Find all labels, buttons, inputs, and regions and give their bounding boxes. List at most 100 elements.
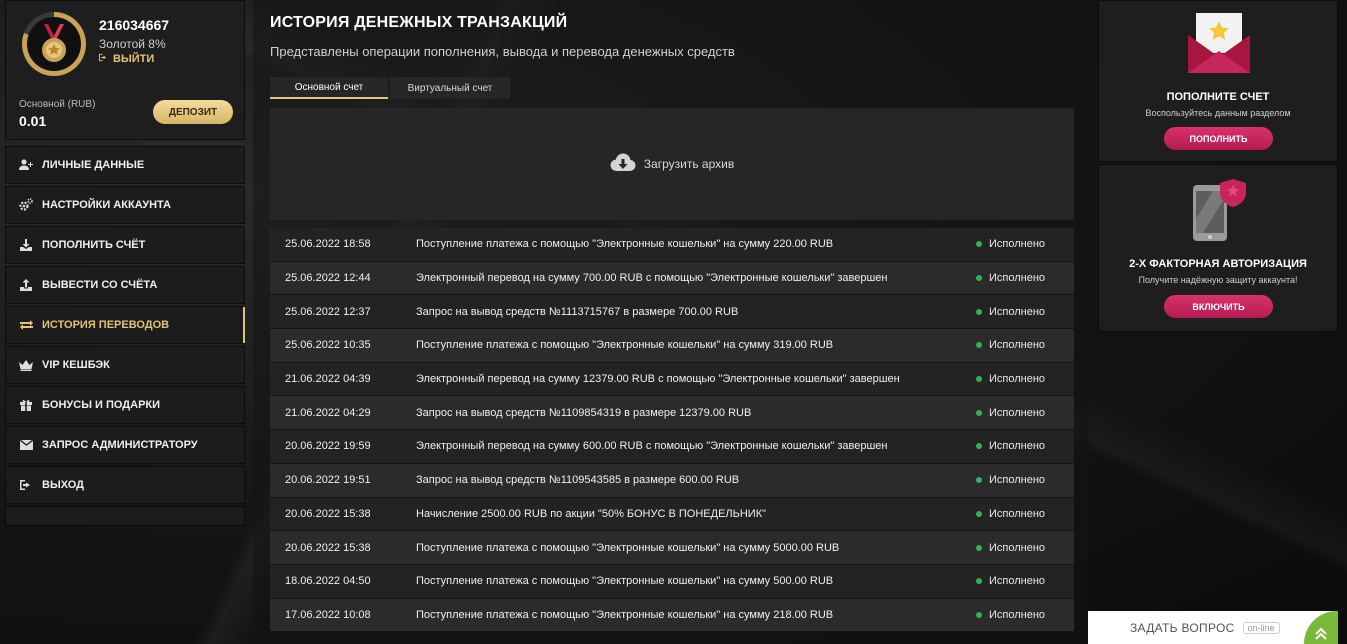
two-factor-card: 2-Х ФАКТОРНАЯ АВТОРИЗАЦИЯ Получите надёж… [1098, 164, 1338, 332]
tx-date: 25.06.2022 10:35 [285, 339, 371, 352]
tx-date: 20.06.2022 19:59 [285, 440, 371, 453]
tx-status: Исполнено [976, 474, 1045, 486]
deposit-promo-title: ПОПОЛНИТЕ СЧЕТ [1166, 91, 1270, 103]
sidebar-item-deposit[interactable]: ПОПОЛНИТЬ СЧЁТ [5, 226, 245, 264]
tab-virtual-account[interactable]: Виртуальный счет [390, 77, 510, 99]
cloud-download-icon [610, 153, 636, 176]
tx-date: 21.06.2022 04:29 [285, 406, 371, 419]
medal-icon [27, 17, 81, 71]
table-row: 25.06.2022 12:44 Электронный перевод на с… [270, 261, 1074, 296]
tx-date: 20.06.2022 15:38 [285, 541, 371, 554]
status-dot-icon [976, 275, 982, 282]
tab-main-account[interactable]: Основной счет [270, 77, 388, 99]
top-up-button[interactable]: ПОПОЛНИТЬ [1164, 127, 1273, 150]
tx-date: 18.06.2022 04:50 [285, 575, 371, 588]
page-title: ИСТОРИЯ ДЕНЕЖНЫХ ТРАНЗАКЦИЙ [270, 14, 568, 31]
account-tabs: Основной счет Виртуальный счет [270, 77, 510, 99]
tx-description: Поступление платежа с помощью "Электронн… [416, 541, 840, 554]
online-badge: on-line [1242, 621, 1280, 634]
table-row: 20.06.2022 19:51 Запрос на вывод средств … [270, 463, 1074, 498]
sidebar-item-account-settings[interactable]: НАСТРОЙКИ АККАУНТА [5, 186, 245, 224]
sidebar-item-label: ЛИЧНЫЕ ДАННЫЕ [42, 159, 145, 171]
sidebar-item-label: ИСТОРИЯ ПЕРЕВОДОВ [42, 319, 170, 331]
ask-question-widget[interactable]: ЗАДАТЬ ВОПРОС on-line [1088, 611, 1338, 644]
sidebar-item-label: VIP КЕШБЭК [42, 359, 110, 371]
tx-status-label: Исполнено [989, 272, 1046, 285]
two-factor-title: 2-Х ФАКТОРНАЯ АВТОРИЗАЦИЯ [1129, 258, 1307, 270]
sidebar-menu: ЛИЧНЫЕ ДАННЫЕ НАСТРОЙКИ АККАУНТА ПОПОЛНИ… [5, 146, 245, 526]
tx-description: Поступление платежа с помощью "Электронн… [416, 238, 834, 251]
tx-description: Поступление платежа с помощью "Электронн… [416, 575, 834, 588]
download-archive-button[interactable]: Загрузить архив [270, 108, 1074, 220]
logout-label: ВЫЙТИ [113, 53, 155, 65]
right-sidebar: ПОПОЛНИТЕ СЧЕТ Воспользуйтесь данным раз… [1098, 0, 1338, 332]
main-content: ИСТОРИЯ ДЕНЕЖНЫХ ТРАНЗАКЦИЙ Представлены… [253, 0, 1089, 644]
tx-status-label: Исполнено [989, 474, 1046, 487]
tx-date: 20.06.2022 15:38 [285, 507, 371, 520]
tx-description: Поступление платежа с помощью "Электронн… [416, 339, 834, 352]
table-row: 20.06.2022 15:38 Поступление платежа с по… [270, 531, 1074, 565]
sidebar-item-personal-data[interactable]: ЛИЧНЫЕ ДАННЫЕ [5, 146, 245, 184]
enable-2fa-button[interactable]: ВКЛЮЧИТЬ [1164, 295, 1273, 318]
status-dot-icon [976, 477, 982, 484]
tx-status-label: Исполнено [989, 339, 1046, 352]
status-dot-icon [976, 611, 982, 618]
tx-date: 17.06.2022 10:08 [285, 608, 371, 621]
tx-status-label: Исполнено [989, 305, 1046, 318]
table-row: 25.06.2022 10:35 Поступление платежа с по… [270, 329, 1074, 363]
sidebar-item-label: ПОПОЛНИТЬ СЧЁТ [42, 239, 146, 251]
balance-value: 0.01 [19, 113, 47, 129]
tx-status: Исполнено [976, 272, 1045, 284]
sidebar-item-admin-request[interactable]: ЗАПРОС АДМИНИСТРАТОРУ [5, 426, 245, 464]
logout-link[interactable]: ВЫЙТИ [99, 53, 154, 65]
table-row: 25.06.2022 12:37 Запрос на вывод средств … [270, 295, 1074, 330]
tx-description: Электронный перевод на сумму 600.00 RUB … [416, 440, 888, 453]
envelope-star-icon [1188, 13, 1250, 80]
status-dot-icon [976, 342, 982, 349]
tx-description: Запрос на вывод средств №1113715767 в ра… [416, 305, 739, 318]
tx-description: Поступление платежа с помощью "Электронн… [416, 608, 834, 621]
tx-status-label: Исполнено [989, 507, 1046, 520]
tx-status-label: Исполнено [989, 575, 1046, 588]
sidebar-item-withdraw[interactable]: ВЫВЕСТИ СО СЧЁТА [5, 266, 245, 304]
deposit-button[interactable]: ДЕПОЗИТ [153, 100, 233, 124]
chevron-up-icon[interactable] [1304, 611, 1338, 644]
sidebar-item-exit[interactable]: ВЫХОД [5, 466, 245, 504]
status-dot-icon [976, 544, 982, 551]
sidebar-item-bonuses[interactable]: БОНУСЫ И ПОДАРКИ [5, 386, 245, 424]
tx-status: Исполнено [976, 373, 1045, 385]
status-dot-icon [976, 376, 982, 383]
sidebar-item-label: ВЫХОД [42, 479, 85, 491]
tx-status: Исполнено [976, 339, 1045, 351]
tx-date: 25.06.2022 12:37 [285, 305, 371, 318]
status-dot-icon [976, 409, 982, 416]
deposit-promo-text: Воспользуйтесь данным разделом [1145, 108, 1291, 118]
user-plus-icon [19, 158, 33, 172]
profile-card: 216034667 Золотой 8% ВЫЙТИ Основной (RUB… [5, 0, 245, 140]
transfer-arrows-icon [19, 318, 33, 332]
table-row: 21.06.2022 04:39 Электронный перевод на с… [270, 362, 1074, 397]
tx-description: Запрос на вывод средств №1109543585 в ра… [416, 474, 740, 487]
sidebar-item-label: ЗАПРОС АДМИНИСТРАТОРУ [42, 439, 198, 451]
table-row: 25.06.2022 18:58 Поступление платежа с по… [270, 228, 1074, 262]
level-progress-ring [22, 12, 86, 76]
tx-status: Исполнено [976, 542, 1045, 554]
sidebar-item-transfer-history[interactable]: ИСТОРИЯ ПЕРЕВОДОВ [5, 306, 245, 344]
status-dot-icon [976, 510, 982, 517]
user-level: Золотой 8% [99, 37, 166, 51]
table-row: 17.06.2022 10:08 Поступление платежа с по… [270, 598, 1074, 633]
table-row: 18.06.2022 04:50 Поступление платежа с по… [270, 564, 1074, 599]
tx-status: Исполнено [976, 609, 1045, 621]
sidebar-item-vip-cashback[interactable]: VIP КЕШБЭК [5, 346, 245, 384]
tx-date: 20.06.2022 19:51 [285, 474, 371, 487]
tx-status-label: Исполнено [989, 541, 1046, 554]
tx-status: Исполнено [976, 575, 1045, 587]
status-dot-icon [976, 578, 982, 585]
tx-status: Исполнено [976, 508, 1045, 520]
gears-icon [19, 198, 33, 212]
envelope-icon [19, 438, 33, 452]
tx-date: 25.06.2022 18:58 [285, 238, 371, 251]
phone-shield-icon [1191, 179, 1249, 248]
status-dot-icon [976, 241, 982, 248]
table-row: 20.06.2022 19:59 Электронный перевод на с… [270, 430, 1074, 464]
